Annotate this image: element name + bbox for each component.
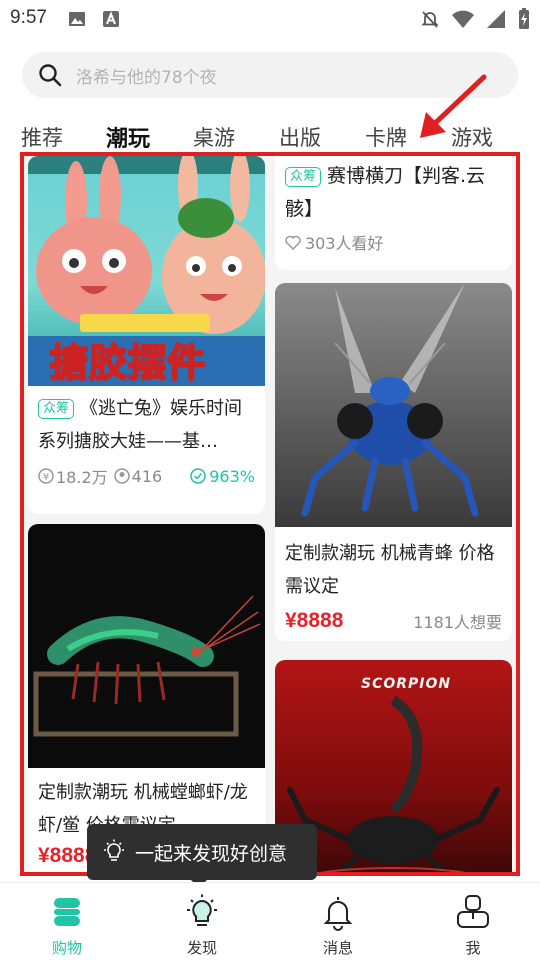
gallery-icon — [69, 12, 85, 26]
product-stats: ¥ 18.2万 416 963% — [28, 464, 265, 488]
product-image-rabbit: 搪胶摆件 — [28, 156, 265, 386]
profile-icon — [457, 895, 489, 928]
heart-icon — [285, 235, 301, 250]
product-card-rabbit[interactable]: 搪胶摆件 众筹 《逃亡兔》娱乐时间系列搪胶大娃——基… ¥ 18.2万 416 9… — [28, 156, 265, 514]
tab-publishing[interactable]: 出版 — [279, 122, 321, 152]
discover-bulb-icon — [187, 894, 217, 926]
nav-item-discover[interactable]: 发现 — [162, 893, 242, 958]
bottom-nav: 购物 发现 消息 我 — [0, 882, 540, 960]
product-title: 定制款潮玩 机械青蜂 价格需议定 — [285, 543, 495, 597]
battery-charging-icon — [519, 8, 529, 29]
product-title: 众筹 赛博横刀【判客.云骸】 — [285, 165, 486, 220]
nav-item-messages[interactable]: 消息 — [298, 893, 378, 958]
shopping-icon — [54, 898, 80, 926]
discover-tooltip: 一起来发现好创意 — [87, 824, 317, 888]
product-image-mech-wasp — [275, 283, 512, 527]
search-icon — [39, 64, 62, 87]
coin-icon: ¥ — [38, 468, 54, 484]
product-card-cyber-knife[interactable]: 众筹 赛博横刀【判客.云骸】 303人看好 — [275, 156, 512, 270]
product-price-row: ¥8888 1181人想要 — [275, 609, 512, 633]
font-a-icon — [103, 11, 119, 27]
user-icon — [113, 468, 130, 484]
wifi-icon — [452, 10, 474, 28]
tooltip-text: 一起来发现好创意 — [135, 842, 288, 865]
search-placeholder: 洛希与他的78个夜 — [76, 67, 217, 88]
svg-text:¥: ¥ — [43, 472, 49, 483]
product-stats: 303人看好 — [275, 230, 512, 254]
mechanical-wasp-illustration — [301, 283, 479, 517]
signal-icon — [487, 10, 505, 28]
want-count: 1181人想要 — [413, 613, 502, 632]
crowdfunding-tag: 众筹 — [285, 167, 322, 187]
nav-item-shopping[interactable]: 购物 — [27, 893, 107, 958]
product-image-caption: 搪胶摆件 — [49, 340, 207, 386]
tab-trendy-toys[interactable]: 潮玩 — [106, 121, 151, 159]
tab-recommend[interactable]: 推荐 — [21, 122, 63, 152]
crowdfunding-tag: 众筹 — [38, 399, 75, 419]
status-right-icons — [420, 8, 530, 30]
annotation-arrow-icon — [420, 74, 487, 138]
status-time: 9:57 — [10, 7, 47, 28]
product-title: 众筹 《逃亡兔》娱乐时间系列搪胶大娃——基… — [38, 398, 243, 452]
product-image-mantis-shrimp — [28, 524, 265, 768]
lightbulb-icon — [104, 839, 124, 861]
tab-cards[interactable]: 卡牌 — [365, 122, 407, 152]
tab-board-games[interactable]: 桌游 — [193, 122, 235, 152]
product-price: ¥8888 — [285, 609, 344, 632]
bell-icon — [323, 897, 353, 931]
product-card-mech-wasp[interactable]: 定制款潮玩 机械青蜂 价格需议定 ¥8888 1181人想要 — [275, 283, 512, 641]
progress-check-icon — [190, 468, 206, 484]
status-bar: 9:57 — [0, 0, 540, 38]
nav-item-me[interactable]: 我 — [433, 893, 513, 958]
product-feed[interactable]: 搪胶摆件 众筹 《逃亡兔》娱乐时间系列搪胶大娃——基… ¥ 18.2万 416 9… — [20, 152, 520, 876]
product-image-caption: SCORPION — [361, 676, 452, 692]
app-screen: 9:57 洛希与他的78个夜 推荐 潮玩 桌游 出版 卡牌 游戏 搪胶摆件 众筹… — [0, 0, 540, 960]
mechanical-shrimp-illustration — [33, 595, 261, 737]
mute-bell-icon — [421, 11, 439, 28]
